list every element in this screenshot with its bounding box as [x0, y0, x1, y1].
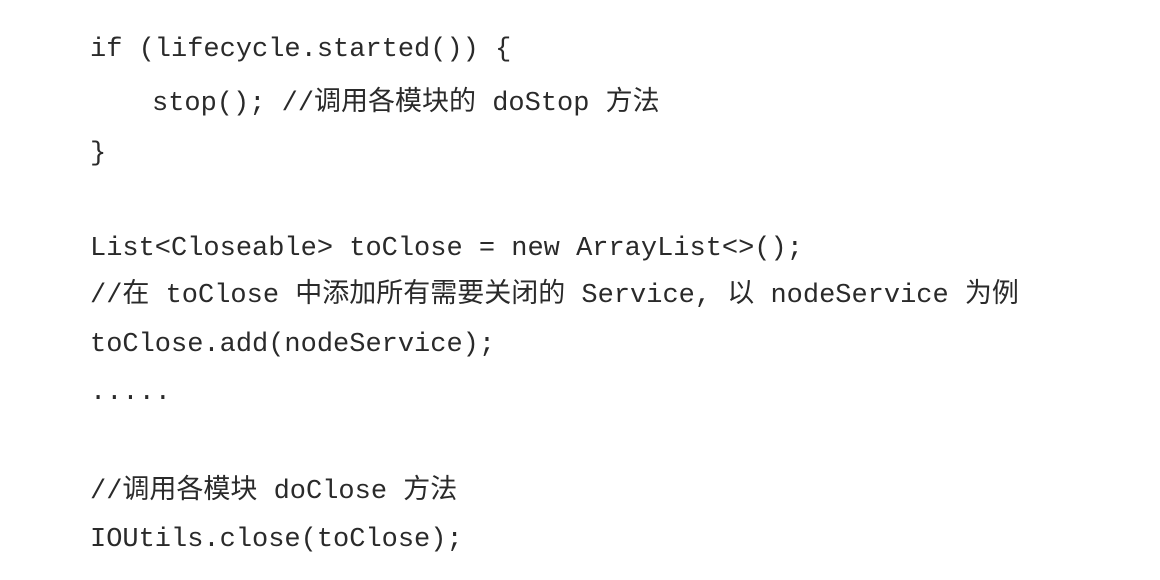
code-line-close-comment: //调用各模块 doClose 方法 [90, 477, 458, 507]
code-line-ioutils-close: IOUtils.close(toClose); [90, 525, 463, 555]
code-block: if (lifecycle.started()) { stop(); //调用各… [0, 0, 1160, 580]
code-line-add-comment: //在 toClose 中添加所有需要关闭的 Service, 以 nodeSe… [90, 281, 1019, 311]
code-line-stop-call: stop(); //调用各模块的 doStop 方法 [152, 89, 660, 119]
code-line-list-declaration: List<Closeable> toClose = new ArrayList<… [90, 234, 803, 264]
code-line-add-node-service: toClose.add(nodeService); [90, 330, 496, 360]
code-line-closing-brace: } [90, 139, 107, 169]
code-line-ellipsis: ..... [90, 378, 172, 408]
code-line-if-started: if (lifecycle.started()) { [90, 35, 512, 65]
